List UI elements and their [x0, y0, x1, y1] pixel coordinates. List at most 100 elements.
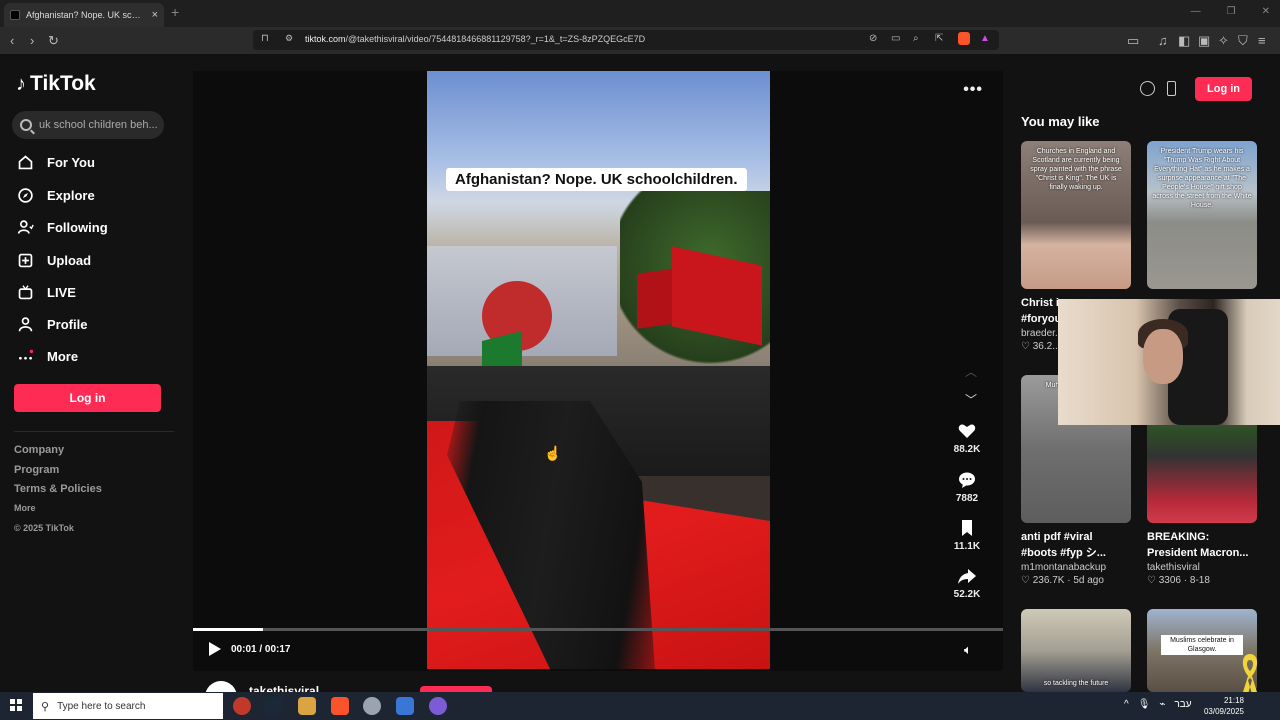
sidebar-icon[interactable]: ▭ — [1127, 32, 1139, 49]
brave-rewards-icon[interactable]: ▲ — [980, 33, 990, 44]
nav-more[interactable]: More — [17, 348, 78, 365]
nav-label: Profile — [47, 317, 88, 332]
tiktok-logo[interactable]: ♪ TikTok — [16, 72, 96, 96]
menu-icon[interactable]: ≡ — [1258, 32, 1266, 49]
close-window-button[interactable]: ✕ — [1262, 6, 1270, 17]
webcam-overlay — [1058, 299, 1280, 425]
tiktok-favicon-icon — [10, 10, 20, 20]
extension-icon[interactable]: ✧ — [1218, 32, 1229, 49]
card-thumbnail[interactable]: Churches in England and Scotland are cur… — [1021, 141, 1131, 289]
share-icon[interactable]: ⇱ — [935, 33, 943, 44]
new-tab-button[interactable]: + — [171, 4, 179, 20]
maximize-button[interactable]: ❐ — [1227, 6, 1236, 17]
no-cast-icon[interactable]: ⊘ — [869, 33, 877, 44]
search-icon[interactable] — [20, 119, 32, 131]
next-video-icon[interactable]: ﹀ — [965, 391, 977, 408]
clock-time: 21:18 — [1223, 696, 1244, 705]
heart-icon — [958, 424, 976, 438]
reload-icon[interactable]: ↻ — [48, 32, 59, 49]
taskbar-clock[interactable]: 21:18 03/09/2025 — [1204, 695, 1244, 717]
coins-icon[interactable] — [1140, 81, 1155, 96]
video-caption: Afghanistan? Nope. UK schoolchildren. — [446, 168, 747, 191]
thumbnail-text: President Trump wears his "Trump Was Rig… — [1152, 148, 1252, 209]
thumbnail-text: Muslims celebrate in Glasgow. — [1161, 635, 1243, 655]
footer-terms-link[interactable]: Terms & Policies — [14, 483, 102, 495]
footer-more-link[interactable]: More — [14, 503, 36, 513]
home-icon — [17, 154, 34, 171]
file-explorer-icon[interactable] — [298, 697, 316, 715]
previous-video-icon[interactable]: ︿ — [965, 363, 977, 380]
nav-label: Explore — [47, 188, 95, 203]
card-author[interactable]: takethisviral — [1147, 562, 1257, 573]
app-icon-6[interactable] — [396, 697, 414, 715]
upload-icon — [17, 252, 34, 269]
progress-bar[interactable] — [193, 628, 1003, 631]
nav-explore[interactable]: Explore — [17, 187, 95, 204]
brave-shield-icon[interactable] — [958, 32, 970, 45]
network-icon[interactable]: ⌁ — [1159, 699, 1165, 710]
video-red-flag — [637, 268, 677, 329]
search-box[interactable] — [12, 111, 164, 139]
pip-icon[interactable]: ▭ — [891, 33, 900, 44]
comment-count: 7882 — [955, 493, 979, 504]
windows-start-icon[interactable] — [10, 699, 22, 711]
play-icon[interactable] — [209, 642, 221, 656]
music-icon[interactable]: ♫ — [1158, 32, 1168, 49]
phone-icon[interactable] — [1167, 81, 1176, 96]
recommended-card[interactable]: so tackling the future — [1021, 609, 1131, 692]
footer-company-link[interactable]: Company — [14, 444, 64, 456]
card-thumbnail[interactable]: so tackling the future — [1021, 609, 1131, 692]
comment-button[interactable]: 7882 — [950, 470, 984, 504]
forward-icon[interactable]: › — [30, 32, 34, 49]
steam-icon[interactable] — [264, 697, 282, 715]
card-author[interactable]: m1montanabackup — [1021, 562, 1131, 573]
search-input[interactable] — [39, 119, 159, 131]
taskbar-search[interactable]: ⚲ Type here to search — [33, 693, 223, 719]
video-time: 00:01 / 00:17 — [231, 644, 291, 655]
wallet-icon[interactable]: ▣ — [1198, 32, 1210, 49]
share-button[interactable]: 52.2K — [950, 566, 984, 600]
nav-label: Upload — [47, 253, 92, 268]
login-button[interactable]: Log in — [14, 384, 161, 412]
app-icon-5[interactable] — [363, 697, 381, 715]
nav-for-you[interactable]: For You — [17, 154, 95, 171]
nav-label: For You — [47, 155, 95, 170]
app-icon-7[interactable] — [429, 697, 447, 715]
share-count: 52.2K — [953, 589, 981, 600]
nav-following[interactable]: Following — [17, 219, 108, 236]
bookmark-icon[interactable]: ⊓ — [261, 33, 269, 44]
shield-icon[interactable]: ⛉ — [1238, 32, 1248, 49]
microphone-icon[interactable]: 🎙︎ — [1138, 699, 1151, 710]
minimize-button[interactable]: — — [1191, 6, 1201, 17]
more-options-icon[interactable]: ••• — [963, 81, 983, 99]
chevron-up-icon[interactable]: ^ — [1124, 699, 1129, 710]
progress-fill — [193, 628, 263, 631]
site-info-icon[interactable]: ⚙ — [285, 33, 293, 44]
app-icon-1[interactable] — [233, 697, 251, 715]
tab-close-icon[interactable]: × — [152, 9, 158, 21]
address-bar[interactable]: ⊓ ⚙ tiktok.com/@takethisviral/video/7544… — [253, 30, 999, 50]
nav-label: More — [47, 349, 79, 364]
zoom-icon[interactable]: ⌕ — [913, 33, 919, 44]
save-button[interactable]: 11.1K — [950, 518, 984, 552]
nav-profile[interactable]: Profile — [17, 316, 87, 333]
video-frame[interactable]: Afghanistan? Nope. UK schoolchildren. ☝ — [427, 71, 770, 669]
nav-upload[interactable]: Upload — [17, 252, 91, 269]
language-indicator[interactable]: עבר — [1174, 699, 1191, 710]
nav-live[interactable]: LIVE — [17, 284, 76, 301]
panel-icon[interactable]: ◧ — [1178, 32, 1190, 49]
video-player[interactable]: Afghanistan? Nope. UK schoolchildren. ☝ … — [193, 71, 1003, 671]
recommended-card[interactable]: President Trump wears his "Trump Was Rig… — [1147, 141, 1257, 289]
comment-icon — [959, 472, 975, 488]
thumbnail-text: Churches in England and Scotland are cur… — [1030, 148, 1122, 191]
footer-program-link[interactable]: Program — [14, 464, 59, 476]
card-thumbnail[interactable]: President Trump wears his "Trump Was Rig… — [1147, 141, 1257, 289]
volume-icon[interactable]: 🔈︎ — [964, 642, 972, 658]
browser-tab[interactable]: Afghanistan? Nope. UK schoolchi × — [4, 3, 164, 27]
like-button[interactable]: 88.2K — [950, 421, 984, 455]
back-icon[interactable]: ‹ — [10, 32, 14, 49]
url-domain: tiktok.com — [305, 34, 346, 44]
header-login-button[interactable]: Log in — [1195, 77, 1252, 101]
brave-icon[interactable] — [331, 697, 349, 715]
search-icon: ⚲ — [41, 700, 50, 713]
